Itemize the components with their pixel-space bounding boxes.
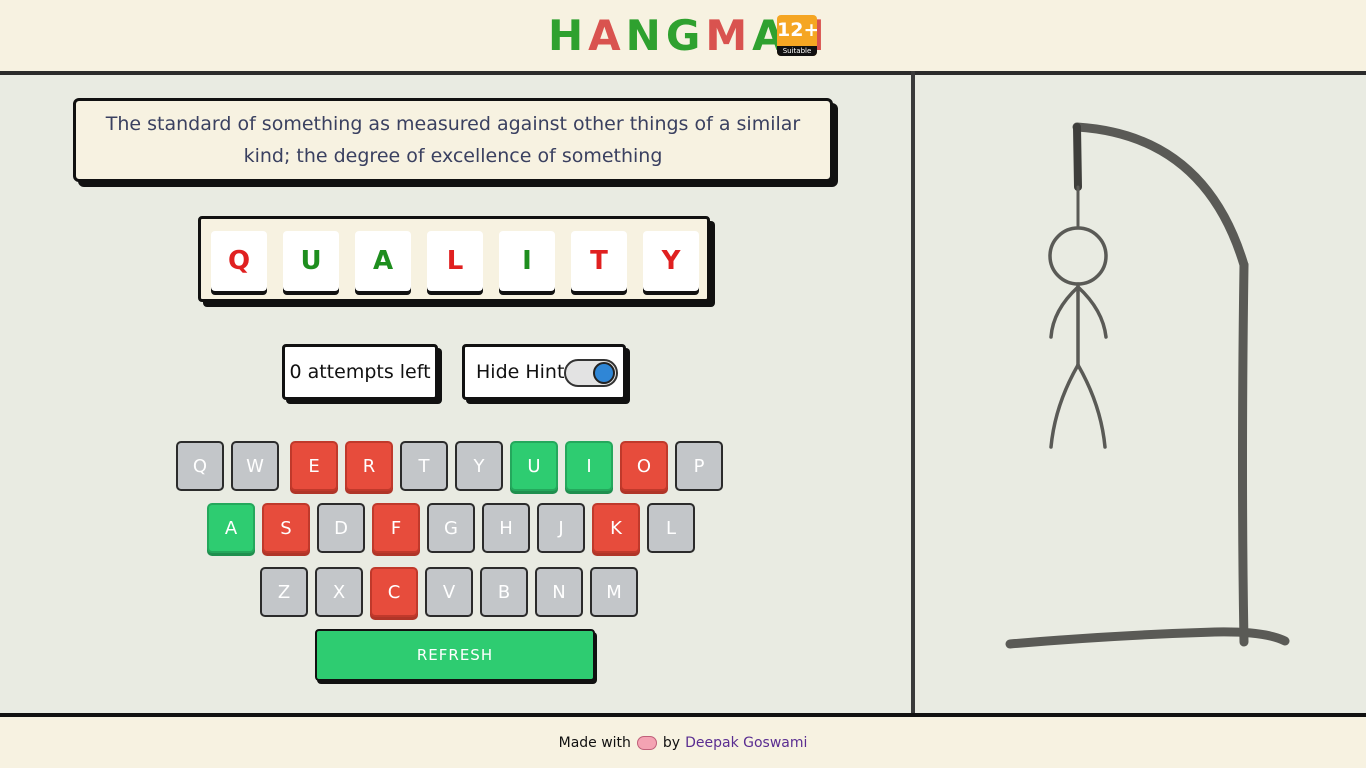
key-r[interactable]: R [345,441,393,491]
age-rating-number: 12+ [777,19,817,41]
key-a[interactable]: A [207,503,255,553]
key-x[interactable]: X [315,567,363,617]
title-letter: A [588,11,626,60]
hint-text: The standard of something as measured ag… [105,113,801,167]
word-letter-tile: L [427,231,483,291]
word-letter-tile: I [499,231,555,291]
key-v[interactable]: V [425,567,473,617]
hint-toggle-switch[interactable] [564,359,618,387]
word-letter-tile: Y [643,231,699,291]
key-w[interactable]: W [231,441,279,491]
key-l[interactable]: L [647,503,695,553]
key-s[interactable]: S [262,503,310,553]
key-c[interactable]: C [370,567,418,617]
key-m[interactable]: M [590,567,638,617]
footer-made-with: Made with [558,734,631,751]
author-link[interactable]: Deepak Goswami [685,735,807,751]
key-d[interactable]: D [317,503,365,553]
hint-toggle-label: Hide Hint [476,361,565,383]
hint-box: The standard of something as measured ag… [73,98,833,182]
title-letter: G [665,11,706,60]
app-header: HANGMAN 12+ Suitable for [0,0,1366,75]
hangman-drawing [1005,122,1290,649]
age-rating-badge: 12+ Suitable for [777,15,817,56]
word-display: QUALITY [198,216,710,302]
key-j[interactable]: J [537,503,585,553]
attempts-text: 0 attempts left [289,361,431,383]
figure-right-arm [1076,285,1108,339]
refresh-button[interactable]: REFRESH [315,629,595,681]
gallows-post [1238,260,1249,647]
key-g[interactable]: G [427,503,475,553]
title-letter: H [548,11,589,60]
age-rating-caption: Suitable for [777,46,817,56]
key-t[interactable]: T [400,441,448,491]
figure-head [1048,226,1108,286]
key-f[interactable]: F [372,503,420,553]
word-letter-tile: U [283,231,339,291]
word-letter-tile: A [355,231,411,291]
key-p[interactable]: P [675,441,723,491]
key-h[interactable]: H [482,503,530,553]
key-u[interactable]: U [510,441,558,491]
footer-by: by [662,734,681,751]
key-k[interactable]: K [592,503,640,553]
key-i[interactable]: I [565,441,613,491]
app-footer: Made with by Deepak Goswami [0,713,1366,768]
gallows-top-block [1073,123,1082,191]
attempts-counter: 0 attempts left [282,344,438,400]
word-letter-tile: Q [211,231,267,291]
hint-toggle-control[interactable]: Hide Hint [462,344,626,400]
key-e[interactable]: E [290,441,338,491]
key-b[interactable]: B [480,567,528,617]
key-o[interactable]: O [620,441,668,491]
key-q[interactable]: Q [176,441,224,491]
figure-right-leg [1076,363,1107,449]
key-z[interactable]: Z [260,567,308,617]
title-letter: M [705,11,753,60]
title-letter: N [625,11,666,60]
hint-toggle-knob [593,362,615,384]
key-n[interactable]: N [535,567,583,617]
brain-icon [636,735,657,750]
figure-left-leg [1049,363,1080,449]
key-y[interactable]: Y [455,441,503,491]
word-letter-tile: T [571,231,627,291]
figure-left-arm [1049,285,1080,339]
